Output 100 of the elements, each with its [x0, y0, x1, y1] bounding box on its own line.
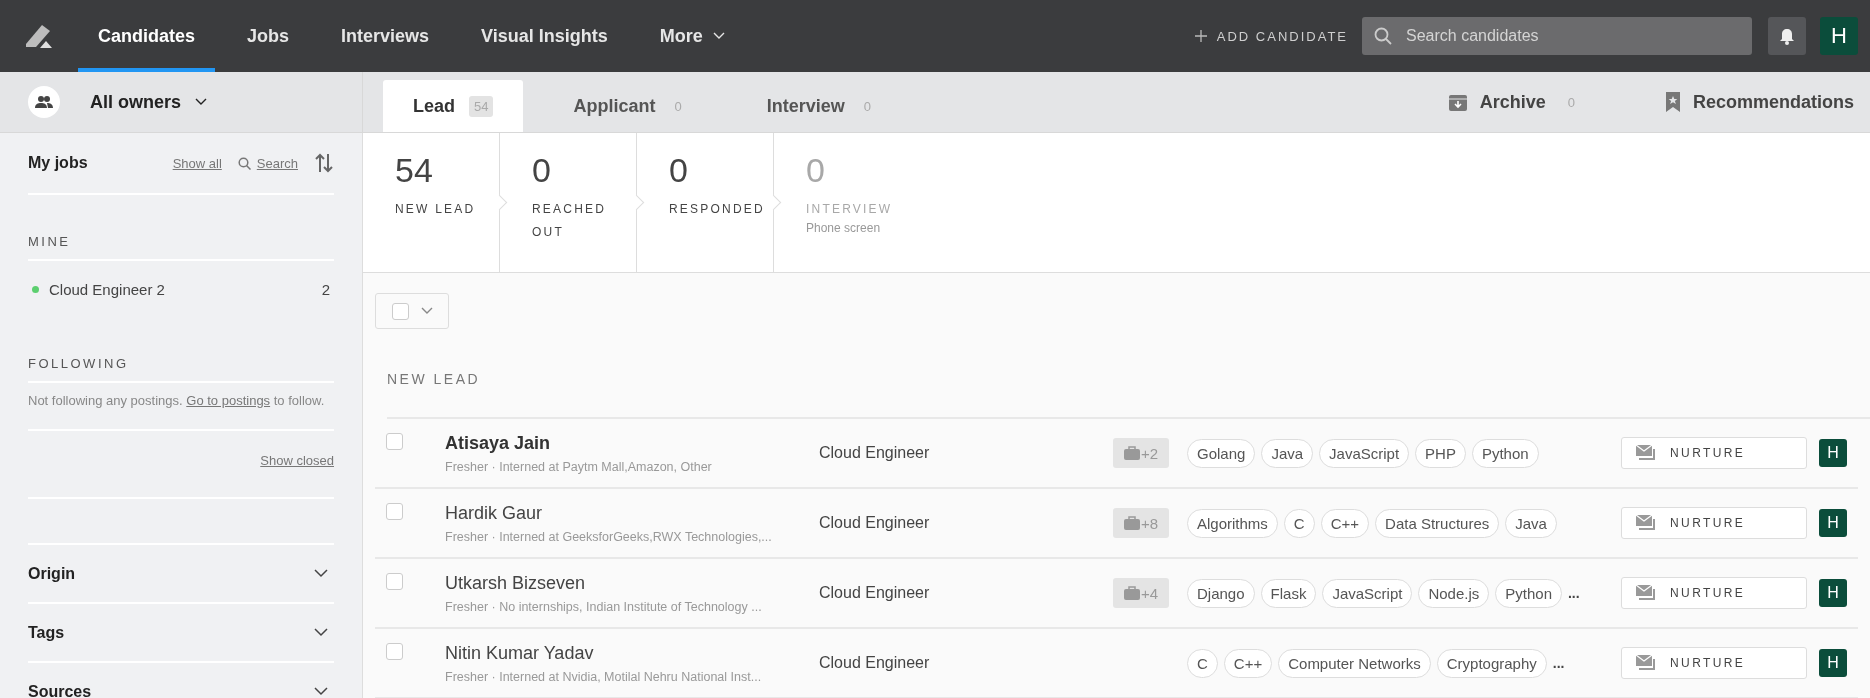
envelope-stack-icon	[1636, 585, 1656, 601]
my-jobs-title: My jobs	[28, 154, 89, 172]
owner-avatar: H	[1819, 579, 1847, 607]
tab-count: 54	[469, 95, 494, 117]
skill-tag: JavaScript	[1319, 438, 1410, 468]
bell-icon	[1779, 27, 1795, 45]
skill-tag: Computer Networks	[1278, 648, 1431, 678]
candidate-name[interactable]: Utkarsh Bizseven	[445, 572, 819, 594]
skill-tag: Java	[1505, 508, 1557, 538]
add-candidate-button[interactable]: ADD CANDIDATE	[1194, 28, 1348, 44]
user-avatar[interactable]: H	[1820, 17, 1858, 55]
skill-tag: JavaScript	[1322, 578, 1413, 608]
skill-tag: Java	[1261, 438, 1314, 468]
job-title: Cloud Engineer	[819, 444, 931, 462]
stage-label[interactable]: NEW LEAD	[395, 198, 485, 221]
candidate-summary: Fresher · No internships, Indian Institute of Technology ...	[445, 599, 763, 614]
row-checkbox[interactable]	[386, 573, 403, 590]
stage-tab[interactable]: Interview 0	[736, 80, 906, 132]
stage-sublabel: Phone screen	[806, 221, 882, 235]
row-checkbox[interactable]	[386, 643, 403, 660]
search-link[interactable]: Search	[256, 155, 298, 171]
skill-tag: C	[1283, 508, 1315, 538]
skill-tag: Flask	[1260, 578, 1317, 608]
filter-section-toggle[interactable]: Tags	[28, 604, 334, 663]
stage-count: 0	[669, 151, 689, 190]
nurture-button[interactable]: NURTURE	[1621, 577, 1807, 609]
row-checkbox[interactable]	[386, 503, 403, 520]
section-heading: MINE	[28, 195, 334, 261]
chevron-down-icon	[314, 628, 328, 637]
row-checkbox[interactable]	[386, 433, 403, 450]
envelope-stack-icon	[1636, 445, 1656, 461]
search-field[interactable]: Search candidates	[1362, 17, 1752, 55]
skill-tag: Algorithms	[1187, 508, 1278, 538]
show-closed-link[interactable]: Show closed	[260, 453, 334, 468]
more-tags-indicator: ...	[1568, 585, 1580, 601]
envelope-stack-icon	[1636, 515, 1656, 531]
bulk-select-dropdown[interactable]	[375, 293, 449, 330]
nav-tab[interactable]: Interviews	[321, 0, 450, 72]
bookmark-star-icon	[1664, 91, 1681, 113]
stage-label[interactable]: REACHED OUT	[532, 198, 622, 244]
filter-section-toggle[interactable]: Origin	[28, 545, 334, 604]
notifications-button[interactable]	[1768, 17, 1806, 55]
nurture-button[interactable]: NURTURE	[1621, 647, 1807, 679]
job-title: Cloud Engineer	[819, 514, 931, 532]
chevron-down-icon	[195, 98, 208, 106]
extra-jobs-badge: +4	[1113, 578, 1169, 608]
candidate-summary: Fresher · Interned at GeeksforGeeks,RWX Technologies,...	[445, 529, 773, 544]
candidate-summary: Fresher · Interned at Paytm Mall,Amazon, Other	[445, 459, 713, 474]
nav-tab[interactable]: Jobs	[227, 0, 310, 72]
stage-tab[interactable]: Lead 54	[383, 80, 524, 132]
skill-tag: Cryptography	[1436, 648, 1547, 678]
owner-avatar: H	[1819, 439, 1847, 467]
chevron-down-icon	[314, 569, 328, 578]
skill-tag: C++	[1320, 508, 1370, 538]
archive-box-icon	[1447, 92, 1468, 112]
envelope-stack-icon	[1636, 655, 1656, 671]
list-heading: NEW LEAD	[387, 371, 1870, 419]
sort-icon[interactable]	[314, 153, 334, 173]
people-icon	[28, 86, 60, 118]
nav-tab[interactable]: More	[639, 0, 745, 72]
stage-count: 54	[395, 151, 434, 190]
postings-link[interactable]: Go to postings	[186, 393, 271, 408]
chevron-down-icon	[420, 307, 433, 316]
briefcase-icon	[1123, 446, 1140, 460]
candidate-name[interactable]: Atisaya Jain	[445, 432, 819, 454]
plus-icon	[1194, 30, 1207, 42]
job-count: 2	[321, 280, 330, 298]
job-link[interactable]: Cloud Engineer 2	[49, 280, 312, 298]
tab-count: 0	[673, 97, 683, 116]
skill-tag: Golang	[1187, 438, 1256, 468]
logo-icon[interactable]	[24, 22, 54, 50]
nav-tab[interactable]: Visual Insights	[461, 0, 628, 72]
job-title: Cloud Engineer	[819, 654, 931, 672]
archive-tab[interactable]: Archive 0	[1447, 91, 1575, 113]
search-icon	[237, 156, 251, 170]
candidate-summary: Fresher · Interned at Nvidia, Motilal Nehru National Inst...	[445, 669, 763, 684]
show-all-link[interactable]: Show all	[172, 155, 222, 171]
skill-tag: C++	[1223, 648, 1273, 678]
job-title: Cloud Engineer	[819, 584, 931, 602]
extra-jobs-badge: +2	[1113, 438, 1169, 468]
chevron-down-icon	[712, 32, 725, 40]
stage-count: 0	[532, 151, 552, 190]
filter-section-toggle[interactable]: Sources	[28, 663, 334, 698]
recommendations-tab[interactable]: Recommendations	[1664, 91, 1854, 113]
candidate-name[interactable]: Nitin Kumar Yadav	[445, 642, 819, 664]
owner-avatar: H	[1819, 649, 1847, 677]
stage-count: 0	[806, 151, 826, 190]
chevron-down-icon	[314, 687, 328, 696]
tab-count: 0	[862, 97, 872, 116]
nurture-button[interactable]: NURTURE	[1621, 507, 1807, 539]
candidate-name[interactable]: Hardik Gaur	[445, 502, 819, 524]
stage-tab[interactable]: Applicant 0	[543, 80, 717, 132]
owner-filter-dropdown[interactable]: All owners	[90, 91, 208, 113]
skill-tag: PHP	[1415, 438, 1466, 468]
skill-tag: Python	[1495, 578, 1562, 608]
extra-jobs-badge: +8	[1113, 508, 1169, 538]
briefcase-icon	[1123, 586, 1140, 600]
owner-avatar: H	[1819, 509, 1847, 537]
nurture-button[interactable]: NURTURE	[1621, 437, 1807, 469]
skill-tag: Python	[1471, 438, 1539, 468]
